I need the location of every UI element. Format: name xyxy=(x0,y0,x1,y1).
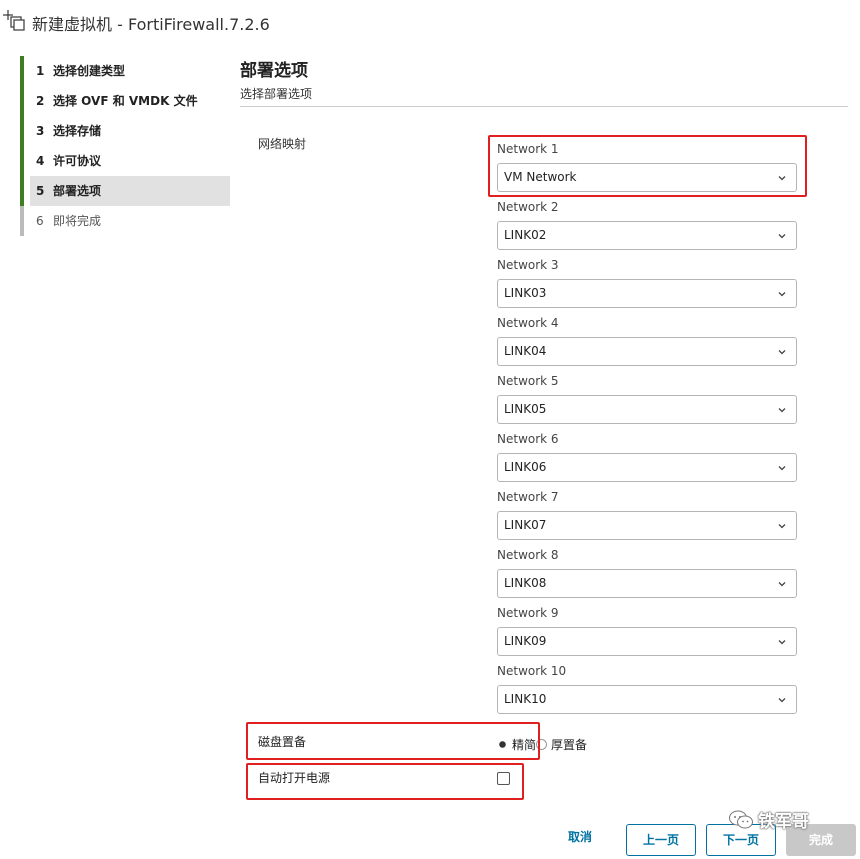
network-5-select[interactable]: LINK05 xyxy=(497,395,797,424)
chevron-down-icon xyxy=(778,524,786,529)
chevron-down-icon xyxy=(778,350,786,355)
select-value: LINK06 xyxy=(504,460,547,474)
chevron-down-icon xyxy=(778,582,786,587)
step-label: 部署选项 xyxy=(53,184,102,198)
network-label: Network 4 xyxy=(497,316,559,330)
disk-provisioning-highlight xyxy=(246,722,540,760)
new-vm-icon xyxy=(3,10,25,31)
network-label: Network 9 xyxy=(497,606,559,620)
wechat-icon xyxy=(729,810,753,829)
step-indicator xyxy=(20,206,24,236)
header-divider xyxy=(240,106,848,107)
chevron-down-icon xyxy=(778,408,786,413)
wizard-step-1[interactable]: 1 选择创建类型 xyxy=(20,56,230,86)
step-number: 1 xyxy=(36,64,45,78)
step-indicator xyxy=(20,116,24,146)
network-6-select[interactable]: LINK06 xyxy=(497,453,797,482)
step-number: 6 xyxy=(36,214,44,228)
select-value: LINK05 xyxy=(504,402,547,416)
wizard-step-4[interactable]: 4 许可协议 xyxy=(20,146,230,176)
select-value: LINK04 xyxy=(504,344,547,358)
step-label: 选择 OVF 和 VMDK 文件 xyxy=(53,94,198,108)
step-label: 即将完成 xyxy=(53,214,102,228)
wizard-step-2[interactable]: 2 选择 OVF 和 VMDK 文件 xyxy=(20,86,230,116)
step-number: 3 xyxy=(36,124,45,138)
chevron-down-icon xyxy=(778,640,786,645)
network-10-group: Network 10 LINK10 xyxy=(497,663,797,714)
network-10-select[interactable]: LINK10 xyxy=(497,685,797,714)
step-number: 5 xyxy=(36,184,45,198)
chevron-down-icon xyxy=(778,466,786,471)
chevron-down-icon xyxy=(778,234,786,239)
wizard-step-3[interactable]: 3 选择存储 xyxy=(20,116,230,146)
page-subtitle: 选择部署选项 xyxy=(240,87,313,101)
network-8-group: Network 8 LINK08 xyxy=(497,547,797,598)
auto-power-on-highlight xyxy=(246,763,524,800)
network-label: Network 5 xyxy=(497,374,559,388)
network-label: Network 2 xyxy=(497,200,559,214)
wizard-steps: 1 选择创建类型 2 选择 OVF 和 VMDK 文件 3 选择存储 4 许可协议 5部… xyxy=(20,56,230,236)
watermark: 铁军哥 xyxy=(728,807,809,835)
network-4-select[interactable]: LINK04 xyxy=(497,337,797,366)
network-label: Network 7 xyxy=(497,490,559,504)
network-2-select[interactable]: LINK02 xyxy=(497,221,797,250)
radio-label: 厚置备 xyxy=(551,738,588,752)
page-title: 部署选项 xyxy=(240,61,308,81)
step-label: 选择创建类型 xyxy=(53,64,126,78)
step-indicator xyxy=(20,86,24,116)
network-4-group: Network 4 LINK04 xyxy=(497,315,797,366)
network-7-group: Network 7 LINK07 xyxy=(497,489,797,540)
chevron-down-icon xyxy=(778,292,786,297)
step-indicator xyxy=(20,146,24,176)
step-indicator xyxy=(20,56,24,86)
wizard-step-5[interactable]: 5 部署选项 xyxy=(20,176,230,206)
network-6-group: Network 6 LINK06 xyxy=(497,431,797,482)
select-value: LINK08 xyxy=(504,576,547,590)
network-3-select[interactable]: LINK03 xyxy=(497,279,797,308)
network-8-select[interactable]: LINK08 xyxy=(497,569,797,598)
step-label: 许可协议 xyxy=(53,154,102,168)
network-9-group: Network 9 LINK09 xyxy=(497,605,797,656)
wizard-step-6[interactable]: 6 即将完成 xyxy=(20,206,230,236)
select-value: LINK03 xyxy=(504,286,547,300)
select-value: LINK10 xyxy=(504,692,547,706)
chevron-down-icon xyxy=(778,698,786,703)
network-label: Network 10 xyxy=(497,664,567,678)
watermark-text: 铁军哥 xyxy=(758,812,809,832)
network-label: Network 6 xyxy=(497,432,559,446)
network-9-select[interactable]: LINK09 xyxy=(497,627,797,656)
step-label: 选择存储 xyxy=(53,124,102,138)
cancel-button[interactable]: 取消 xyxy=(557,822,603,854)
step-number: 2 xyxy=(36,94,45,108)
network-7-select[interactable]: LINK07 xyxy=(497,511,797,540)
network-label: Network 3 xyxy=(497,258,559,272)
network-5-group: Network 5 LINK05 xyxy=(497,373,797,424)
step-number: 4 xyxy=(36,154,45,168)
radio-thick[interactable]: 厚置备 xyxy=(536,738,587,752)
select-value: LINK07 xyxy=(504,518,547,532)
select-value: LINK02 xyxy=(504,228,547,242)
network-mapping-label: 网络映射 xyxy=(258,137,307,151)
select-value: LINK09 xyxy=(504,634,547,648)
back-button[interactable]: 上一页 xyxy=(626,824,696,856)
window-title-bar: 新建虚拟机 - FortiFirewall.7.2.6 xyxy=(0,0,860,44)
network-2-group: Network 2 LINK02 xyxy=(497,199,797,250)
network-1-highlight xyxy=(488,135,807,197)
network-3-group: Network 3 LINK03 xyxy=(497,257,797,308)
window-title: 新建虚拟机 - FortiFirewall.7.2.6 xyxy=(32,15,270,34)
step-indicator xyxy=(20,176,24,206)
network-label: Network 8 xyxy=(497,548,559,562)
